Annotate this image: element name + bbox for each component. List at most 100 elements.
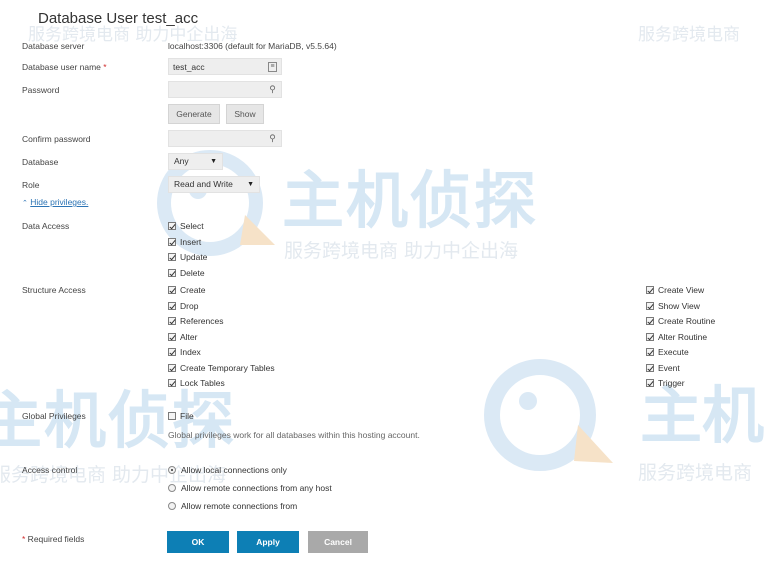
checkbox[interactable] bbox=[646, 363, 654, 372]
radio-label: Allow remote connections from any host bbox=[181, 483, 332, 493]
show-button[interactable]: Show bbox=[226, 104, 264, 124]
database-server-label: Database server bbox=[22, 41, 85, 51]
radio-button[interactable] bbox=[168, 466, 176, 474]
checkbox-item[interactable]: Lock Tables bbox=[168, 378, 275, 394]
username-field[interactable]: test_acc ≡ bbox=[168, 58, 282, 75]
role-select[interactable]: Read and Write ▼ bbox=[168, 176, 260, 193]
data-access-list: Select Insert Update Delete bbox=[168, 221, 207, 283]
checkbox-item[interactable]: Delete bbox=[168, 268, 207, 284]
page-title: Database User test_acc bbox=[38, 10, 199, 27]
chevron-down-icon: ▼ bbox=[247, 181, 254, 188]
card-icon[interactable]: ≡ bbox=[268, 62, 277, 72]
checkbox[interactable] bbox=[168, 412, 176, 420]
key-icon[interactable]: ⚲ bbox=[267, 84, 278, 95]
database-server-value: localhost:3306 (default for MariaDB, v5.… bbox=[168, 41, 337, 51]
checkbox-item[interactable]: Alter Routine bbox=[646, 332, 715, 348]
checkbox-item[interactable]: File bbox=[168, 411, 194, 421]
checkbox-item[interactable]: Select bbox=[168, 221, 207, 237]
access-control-label: Access control bbox=[22, 465, 78, 475]
generate-button[interactable]: Generate bbox=[168, 104, 220, 124]
access-control-options: Allow local connections only Allow remot… bbox=[168, 465, 332, 519]
watermark-logo bbox=[478, 355, 618, 477]
radio-button[interactable] bbox=[168, 502, 176, 510]
hide-privileges-link[interactable]: ⌃ Hide privileges. bbox=[22, 197, 88, 207]
checkbox[interactable] bbox=[168, 317, 176, 325]
global-privileges-note: Global privileges work for all databases… bbox=[168, 430, 420, 440]
radio-button[interactable] bbox=[168, 484, 176, 492]
chevron-down-icon: ▼ bbox=[210, 158, 217, 165]
checkbox-label: Alter Routine bbox=[658, 331, 708, 342]
checkbox[interactable] bbox=[168, 268, 176, 277]
checkbox[interactable] bbox=[168, 301, 176, 310]
required-fields-note: * Required fields bbox=[22, 534, 84, 544]
checkbox-item[interactable]: Alter bbox=[168, 332, 275, 348]
checkbox-label: Update bbox=[180, 252, 208, 262]
key-icon[interactable]: ⚲ bbox=[267, 133, 278, 144]
checkbox-item[interactable]: Execute bbox=[646, 347, 715, 363]
ok-button[interactable]: OK bbox=[167, 531, 229, 553]
checkbox-label: Delete bbox=[180, 267, 205, 278]
checkbox-item[interactable]: Create View bbox=[646, 285, 715, 301]
radio-label: Allow remote connections from bbox=[181, 501, 298, 511]
checkbox-item[interactable]: Create Routine bbox=[646, 316, 715, 332]
watermark-text: 主机侦探 bbox=[282, 164, 539, 237]
role-select-value: Read and Write bbox=[174, 179, 233, 189]
checkbox[interactable] bbox=[646, 286, 654, 294]
checkbox[interactable] bbox=[646, 379, 654, 387]
checkbox-item[interactable]: Event bbox=[646, 363, 715, 379]
checkbox-item[interactable]: Trigger bbox=[646, 378, 715, 394]
checkbox-label: Create bbox=[180, 285, 206, 295]
checkbox-item[interactable]: Show View bbox=[646, 301, 715, 317]
required-marker: * bbox=[103, 62, 107, 72]
radio-option[interactable]: Allow remote connections from bbox=[168, 501, 332, 519]
radio-label: Allow local connections only bbox=[181, 465, 287, 475]
database-select-value: Any bbox=[174, 156, 189, 166]
username-label-text: Database user name bbox=[22, 62, 101, 72]
database-select[interactable]: Any ▼ bbox=[168, 153, 223, 170]
username-value: test_acc bbox=[173, 62, 205, 72]
checkbox-item[interactable]: References bbox=[168, 316, 275, 332]
checkbox-label: File bbox=[180, 411, 194, 421]
checkbox[interactable] bbox=[168, 253, 176, 261]
checkbox[interactable] bbox=[646, 301, 654, 310]
checkbox[interactable] bbox=[168, 286, 176, 294]
watermark-text: 服务跨境电商 助力中企出海 bbox=[284, 240, 519, 262]
checkbox[interactable] bbox=[168, 332, 176, 341]
radio-option[interactable]: Allow remote connections from any host bbox=[168, 483, 332, 501]
checkbox-label: Index bbox=[180, 347, 201, 357]
cancel-button[interactable]: Cancel bbox=[308, 531, 368, 553]
password-label: Password bbox=[22, 85, 60, 95]
checkbox[interactable] bbox=[168, 222, 176, 230]
global-privileges-label: Global Privileges bbox=[22, 411, 86, 421]
required-fields-text: Required fields bbox=[25, 534, 85, 544]
checkbox[interactable] bbox=[168, 379, 176, 387]
checkbox-item[interactable]: Drop bbox=[168, 301, 275, 317]
checkbox[interactable] bbox=[646, 317, 654, 325]
watermark-text: 服务跨境电商 bbox=[638, 25, 740, 45]
checkbox[interactable] bbox=[646, 348, 654, 356]
structure-access-left-list: Create Drop References Alter Index Creat… bbox=[168, 285, 275, 394]
password-field[interactable]: ⚲ bbox=[168, 81, 282, 98]
role-label: Role bbox=[22, 180, 40, 190]
checkbox-item[interactable]: Update bbox=[168, 252, 207, 268]
checkbox[interactable] bbox=[646, 332, 654, 341]
confirm-password-field[interactable]: ⚲ bbox=[168, 130, 282, 147]
checkbox-item[interactable]: Insert bbox=[168, 237, 207, 253]
hide-privileges-text[interactable]: Hide privileges. bbox=[30, 197, 88, 207]
checkbox[interactable] bbox=[168, 237, 176, 246]
checkbox-label: Execute bbox=[658, 347, 689, 357]
data-access-label: Data Access bbox=[22, 221, 70, 231]
watermark-text: 服务跨境电商 bbox=[638, 462, 753, 484]
database-label: Database bbox=[22, 157, 59, 167]
chevron-up-icon: ⌃ bbox=[22, 200, 28, 207]
checkbox-item[interactable]: Create Temporary Tables bbox=[168, 363, 275, 379]
apply-button[interactable]: Apply bbox=[237, 531, 299, 553]
checkbox-item[interactable]: Index bbox=[168, 347, 275, 363]
checkbox-item[interactable]: Create bbox=[168, 285, 275, 301]
checkbox[interactable] bbox=[168, 348, 176, 356]
checkbox-label: Insert bbox=[180, 236, 202, 247]
radio-option[interactable]: Allow local connections only bbox=[168, 465, 332, 483]
checkbox-label: Show View bbox=[658, 300, 700, 311]
structure-access-right-list: Create View Show View Create Routine Alt… bbox=[646, 285, 715, 394]
checkbox[interactable] bbox=[168, 363, 176, 372]
